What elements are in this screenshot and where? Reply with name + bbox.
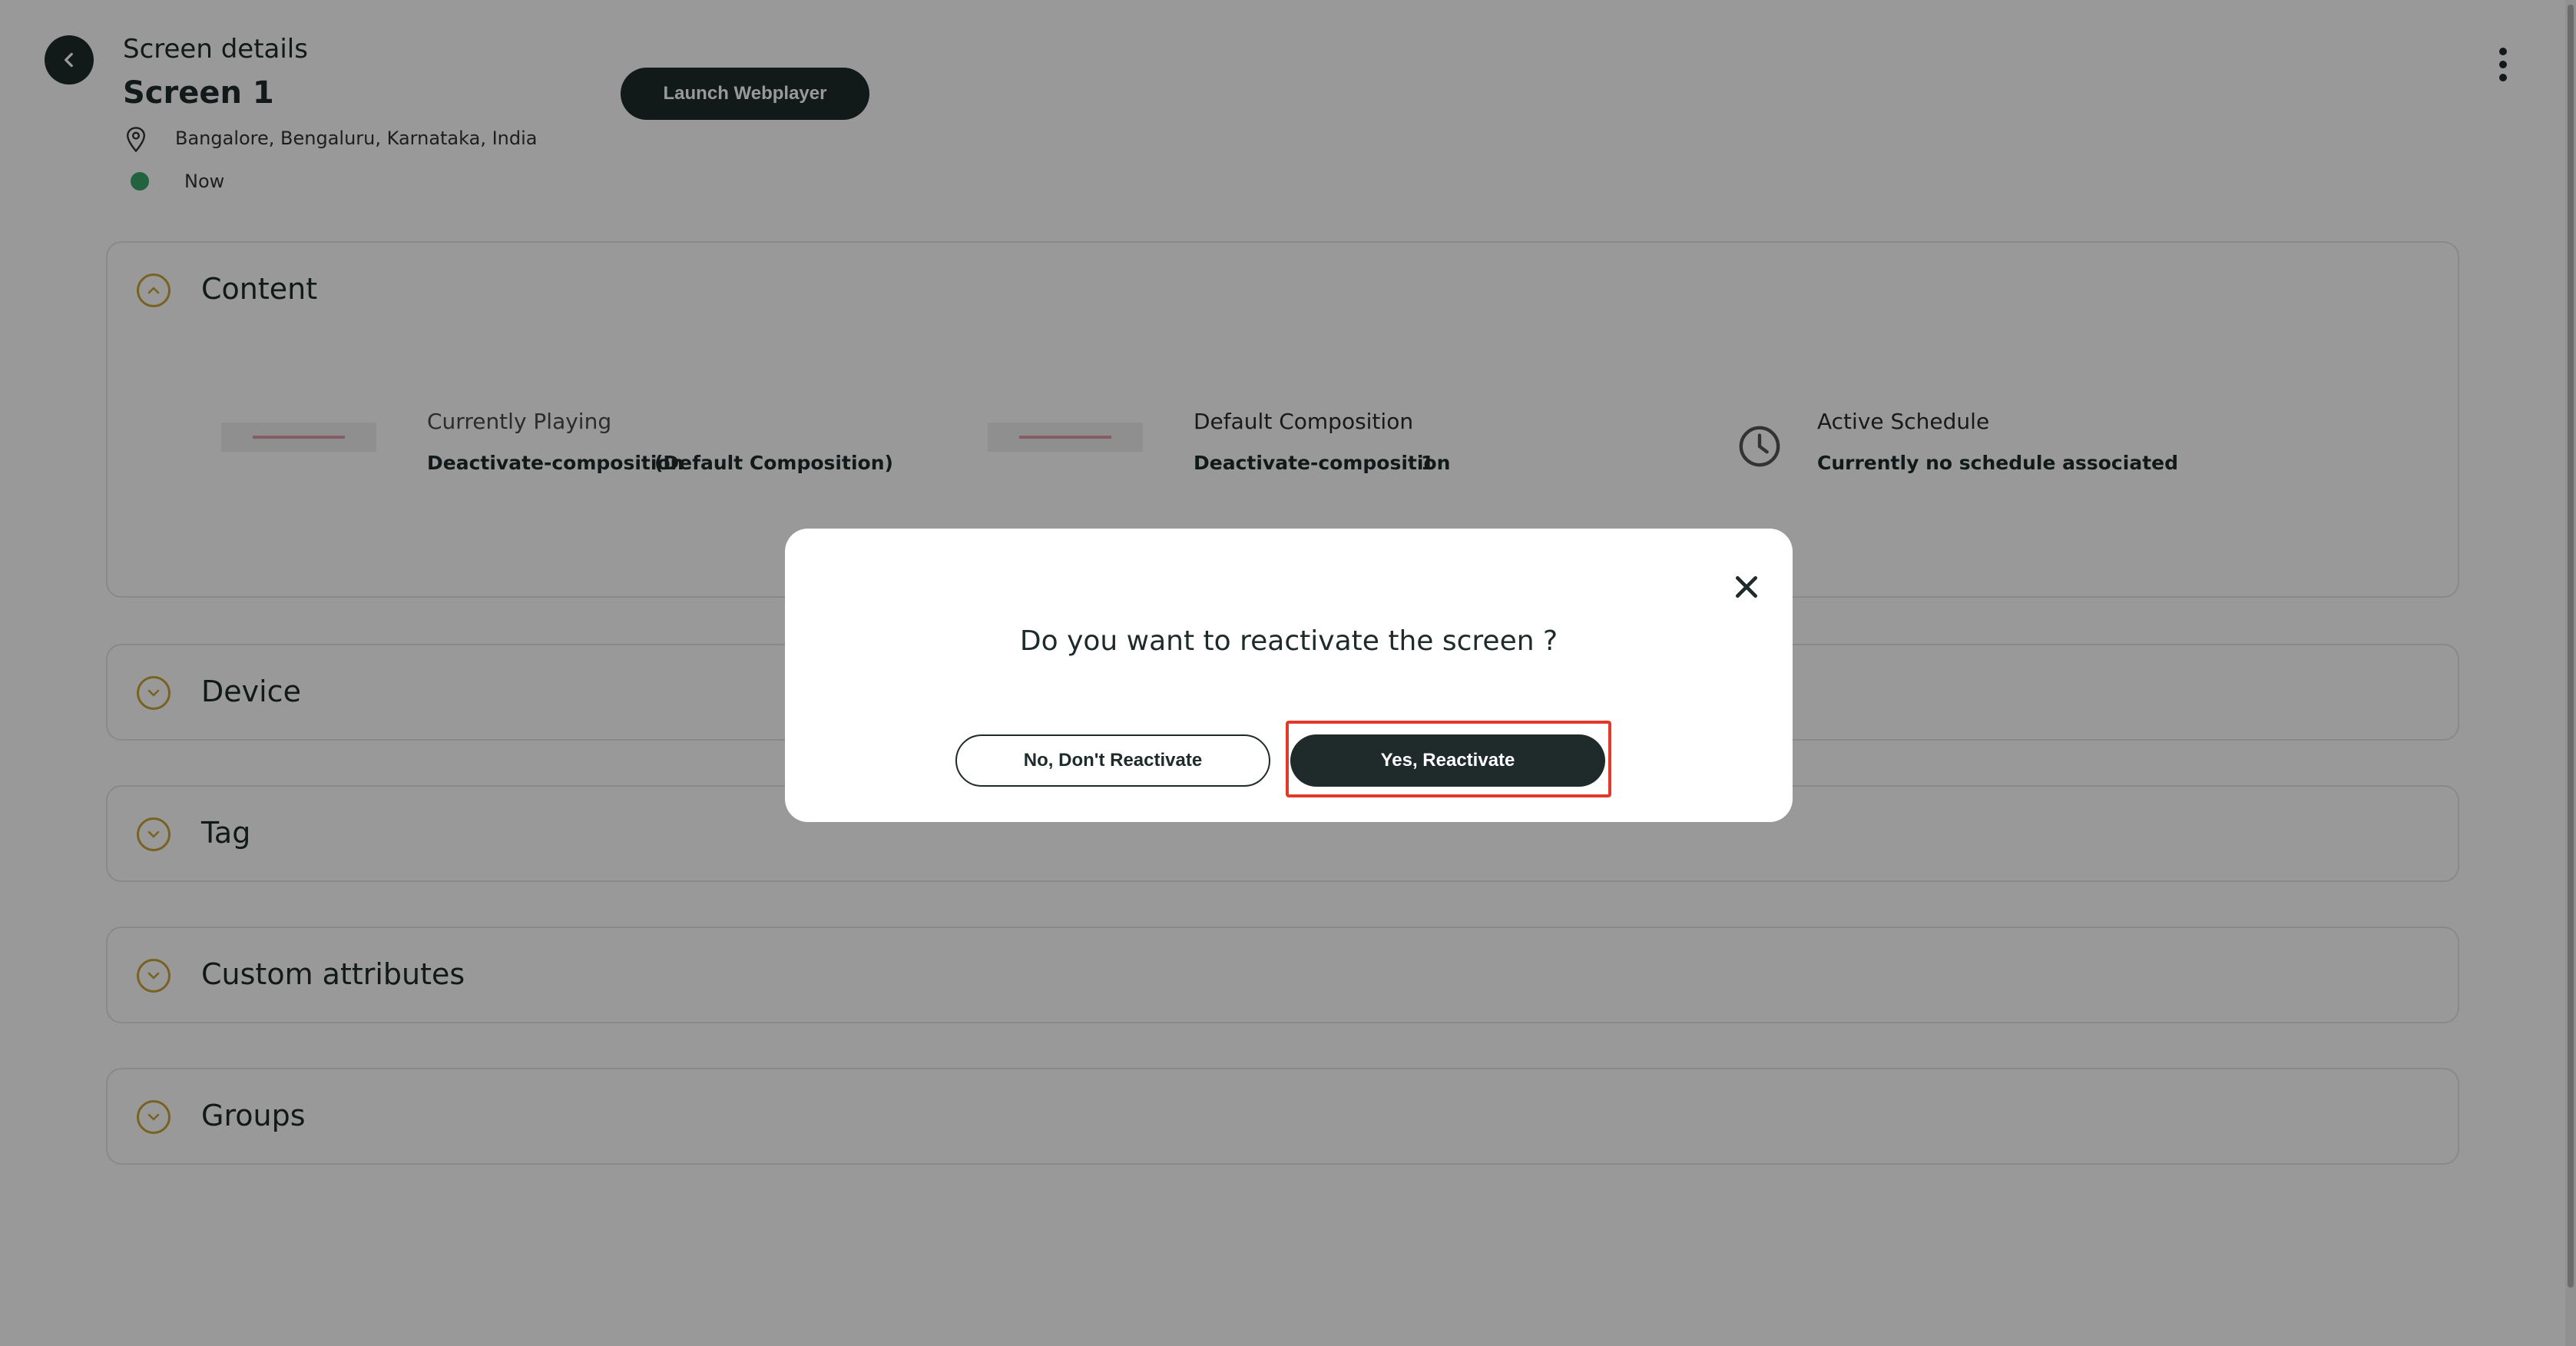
- dialog-question: Do you want to reactivate the screen ?: [1019, 625, 1558, 657]
- scrollbar-thumb[interactable]: [2568, 5, 2574, 1288]
- reactivate-button[interactable]: Yes, Reactivate: [1290, 734, 1605, 787]
- dont-reactivate-button[interactable]: No, Don't Reactivate: [955, 734, 1270, 787]
- reactivate-dialog: Do you want to reactivate the screen ? N…: [785, 529, 1793, 822]
- close-icon[interactable]: [1731, 572, 1762, 602]
- screen-details-page: Screen details Screen 1 Bangalore, Benga…: [0, 0, 2576, 1346]
